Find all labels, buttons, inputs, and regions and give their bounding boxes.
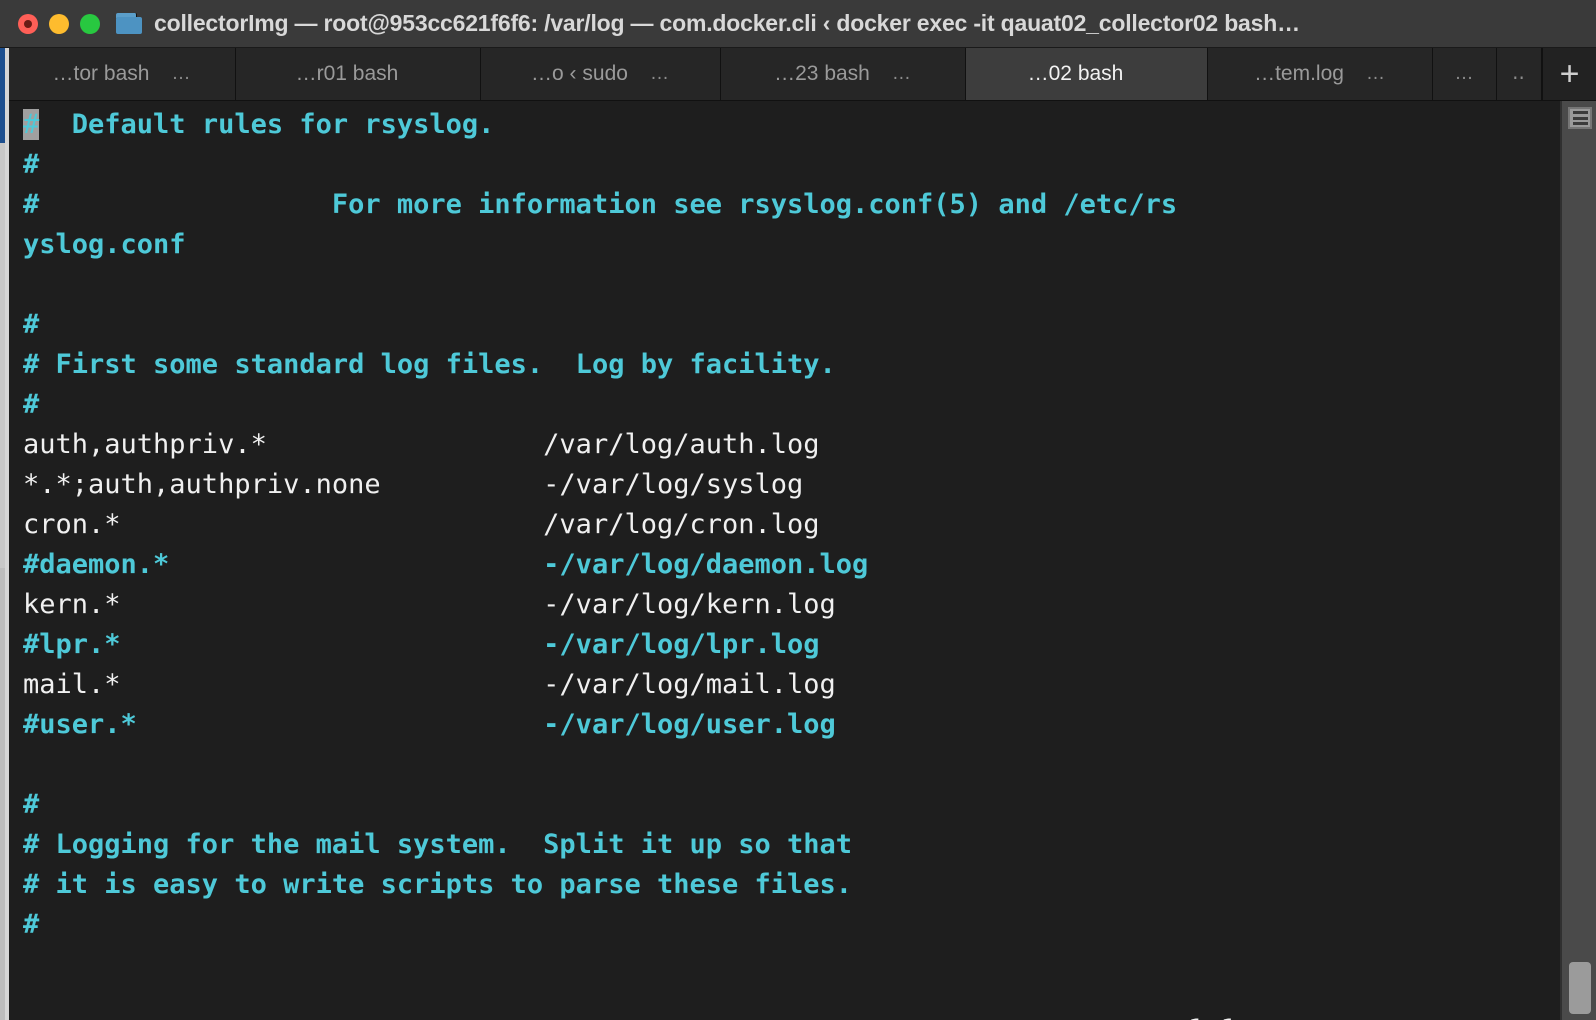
terminal-segment: cron.* /var/log/cron.log <box>23 509 820 540</box>
terminal-text-buffer: # Default rules for rsyslog. # # For more … <box>23 105 1562 945</box>
tab-overflow-1[interactable]: … <box>1433 48 1497 100</box>
terminal-segment: #lpr.* -/var/log/lpr.log <box>23 629 820 660</box>
tab-label: ‥ <box>1512 63 1526 85</box>
terminal-segment: *.*;auth,authpriv.none -/var/log/syslog <box>23 469 804 500</box>
terminal-line: # Default rules for rsyslog. <box>23 105 1562 145</box>
terminal-line: # it is easy to write scripts to parse t… <box>23 865 1562 905</box>
terminal-line: # <box>23 385 1562 425</box>
list-menu-icon[interactable] <box>1568 107 1592 129</box>
terminal-segment: # For more information see rsyslog.conf(… <box>23 189 1178 220</box>
terminal-line: cron.* /var/log/cron.log <box>23 505 1562 545</box>
tab-label: …02 bash <box>1027 62 1124 85</box>
terminal-segment: # <box>23 389 40 420</box>
zoom-button[interactable] <box>80 13 100 34</box>
cursor-position: 1,1 <box>1188 1010 1237 1020</box>
terminal-cursor: # <box>23 109 40 140</box>
terminal-segment: # <box>23 149 40 180</box>
terminal-segment: #user.* -/var/log/user.log <box>23 709 836 740</box>
terminal-window: collectorImg — root@953cc621f6f6: /var/l… <box>0 0 1596 1020</box>
tab-overflow-dots[interactable]: … <box>650 64 670 84</box>
terminal-line: kern.* -/var/log/kern.log <box>23 585 1562 625</box>
editor-status-line: 1,1 Top <box>23 970 1562 1020</box>
window-titlebar[interactable]: collectorImg — root@953cc621f6f6: /var/l… <box>0 0 1596 48</box>
terminal-segment: # it is easy to write scripts to parse t… <box>23 869 853 900</box>
tab-bar: …tor bash … …r01 bash …o ‹ sudo … …23 ba… <box>9 48 1596 101</box>
tab-label: …23 bash <box>774 62 870 85</box>
tab-overflow-dots[interactable]: … <box>171 64 191 84</box>
new-tab-button[interactable]: + <box>1542 48 1596 100</box>
tab-label: …r01 bash <box>295 62 399 85</box>
folder-icon <box>116 13 142 34</box>
window-controls <box>18 13 100 34</box>
tab-label: …o ‹ sudo <box>531 62 628 85</box>
tab-02-bash[interactable]: …02 bash <box>966 48 1208 100</box>
right-gutter <box>1562 101 1596 1020</box>
terminal-line: yslog.conf <box>23 225 1562 265</box>
terminal-line: #lpr.* -/var/log/lpr.log <box>23 625 1562 665</box>
terminal-line: *.*;auth,authpriv.none -/var/log/syslog <box>23 465 1562 505</box>
tab-23-bash[interactable]: …23 bash … <box>721 48 966 100</box>
terminal-line: # <box>23 305 1562 345</box>
terminal-segment: Default rules for rsyslog. <box>39 109 495 140</box>
terminal-segment: # <box>23 309 40 340</box>
vertical-scrollbar-thumb[interactable] <box>1569 962 1591 1014</box>
terminal-segment: # Logging for the mail system. Split it … <box>23 829 853 860</box>
terminal-line: # <box>23 785 1562 825</box>
tab-sudo[interactable]: …o ‹ sudo … <box>481 48 721 100</box>
terminal-line: # For more information see rsyslog.conf(… <box>23 185 1562 225</box>
terminal-segment: # First some standard log files. Log by … <box>23 349 836 380</box>
tab-label: … <box>1454 63 1475 85</box>
tab-system-log[interactable]: …tem.log … <box>1208 48 1433 100</box>
terminal-line: # Logging for the mail system. Split it … <box>23 825 1562 865</box>
tab-overflow-2[interactable]: ‥ <box>1497 48 1542 100</box>
tab-label: …tem.log <box>1254 62 1344 85</box>
terminal-segment: auth,authpriv.* /var/log/auth.log <box>23 429 820 460</box>
tab-label: …tor bash <box>52 62 150 85</box>
plus-icon: + <box>1559 55 1580 93</box>
terminal-segment: kern.* -/var/log/kern.log <box>23 589 836 620</box>
terminal-line: # <box>23 145 1562 185</box>
close-button[interactable] <box>18 13 38 34</box>
background-window-sliver[interactable] <box>0 48 9 1020</box>
terminal-line: #daemon.* -/var/log/daemon.log <box>23 545 1562 585</box>
terminal-line: auth,authpriv.* /var/log/auth.log <box>23 425 1562 465</box>
terminal-line: # <box>23 905 1562 945</box>
terminal-segment: #daemon.* -/var/log/daemon.log <box>23 549 869 580</box>
minimize-button[interactable] <box>49 13 69 34</box>
terminal-content[interactable]: # Default rules for rsyslog. # # For more … <box>9 101 1562 1020</box>
terminal-line: # First some standard log files. Log by … <box>23 345 1562 385</box>
terminal-line: #user.* -/var/log/user.log <box>23 705 1562 745</box>
window-title: collectorImg — root@953cc621f6f6: /var/l… <box>154 10 1300 36</box>
terminal-segment: # <box>23 909 40 940</box>
tab-overflow-dots[interactable]: … <box>892 64 912 84</box>
terminal-line: mail.* -/var/log/mail.log <box>23 665 1562 705</box>
terminal-segment: yslog.conf <box>23 229 186 260</box>
tab-r01-bash[interactable]: …r01 bash <box>236 48 481 100</box>
terminal-segment: mail.* -/var/log/mail.log <box>23 669 836 700</box>
tab-overflow-dots[interactable]: … <box>1366 64 1386 84</box>
terminal-segment: # <box>23 789 40 820</box>
tab-collector-bash[interactable]: …tor bash … <box>9 48 236 100</box>
